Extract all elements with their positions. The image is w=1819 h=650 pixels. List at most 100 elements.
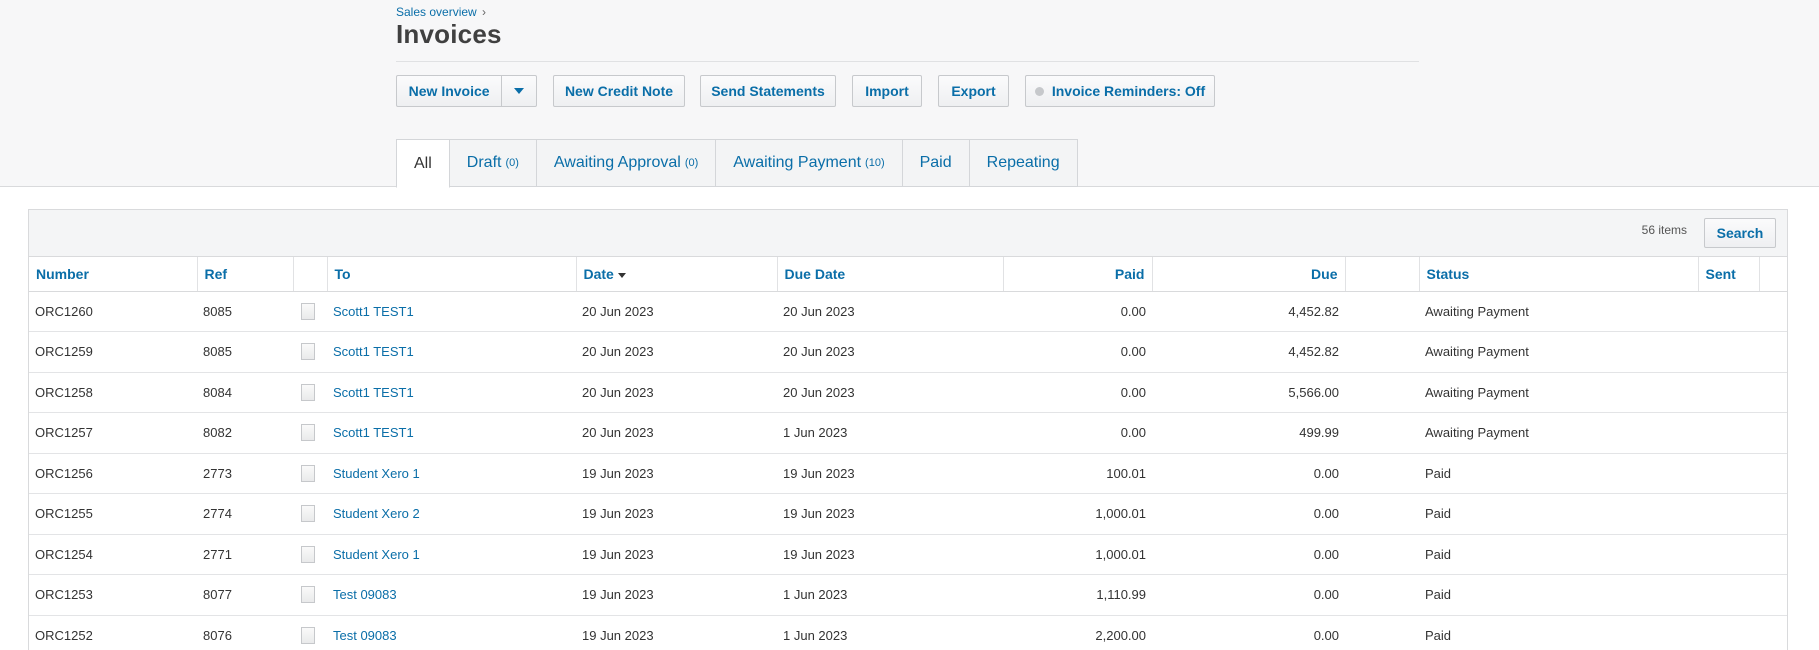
import-button[interactable]: Import xyxy=(852,75,922,107)
tab-awaiting-approval[interactable]: Awaiting Approval (0) xyxy=(536,139,717,187)
breadcrumb-link-sales-overview[interactable]: Sales overview xyxy=(396,5,477,19)
document-icon xyxy=(301,383,315,401)
cell-ref: 8082 xyxy=(197,412,293,454)
cell-blank xyxy=(1345,372,1419,413)
column-header-status[interactable]: Status xyxy=(1419,257,1699,292)
cell-due: 5,566.00 xyxy=(1152,372,1345,413)
cell-status: Awaiting Payment xyxy=(1419,412,1698,454)
tab-label: Draft xyxy=(466,154,502,171)
cell-due-date: 19 Jun 2023 xyxy=(777,453,1003,494)
contact-link[interactable]: Scott1 TEST1 xyxy=(333,385,414,400)
cell-paid: 2,200.00 xyxy=(1003,615,1152,650)
cell-sent xyxy=(1698,453,1759,494)
cell-to: Scott1 TEST1 xyxy=(327,412,576,454)
table-row[interactable]: ORC1257 8082 Scott1 TEST1 20 Jun 2023 1 … xyxy=(29,412,1787,454)
table-row[interactable]: ORC1259 8085 Scott1 TEST1 20 Jun 2023 20… xyxy=(29,331,1787,373)
tab-repeating[interactable]: Repeating xyxy=(969,139,1078,187)
cell-ref: 8076 xyxy=(197,615,293,650)
table-row[interactable]: ORC1256 2773 Student Xero 1 19 Jun 2023 … xyxy=(29,453,1787,494)
new-invoice-button[interactable]: New Invoice xyxy=(397,76,503,106)
column-header-ref[interactable]: Ref xyxy=(197,257,294,292)
cell-end xyxy=(1759,534,1787,575)
new-invoice-dropdown-button[interactable] xyxy=(502,76,536,106)
title-divider xyxy=(396,61,1419,62)
sort-descending-icon xyxy=(617,272,626,278)
export-button[interactable]: Export xyxy=(938,75,1009,107)
contact-link[interactable]: Test 09083 xyxy=(333,628,397,643)
new-credit-note-button[interactable]: New Credit Note xyxy=(553,75,685,107)
table-row[interactable]: ORC1258 8084 Scott1 TEST1 20 Jun 2023 20… xyxy=(29,372,1787,413)
column-header-paid[interactable]: Paid xyxy=(1003,257,1153,292)
column-header-attachment xyxy=(293,257,328,292)
table-row[interactable]: ORC1255 2774 Student Xero 2 19 Jun 2023 … xyxy=(29,493,1787,535)
table-row[interactable]: ORC1260 8085 Scott1 TEST1 20 Jun 2023 20… xyxy=(29,291,1787,332)
search-button[interactable]: Search xyxy=(1704,218,1776,248)
cell-attachment xyxy=(293,534,327,575)
table-row[interactable]: ORC1252 8076 Test 09083 19 Jun 2023 1 Ju… xyxy=(29,615,1787,650)
column-header-sent[interactable]: Sent xyxy=(1698,257,1760,292)
cell-blank xyxy=(1345,574,1419,616)
send-statements-button[interactable]: Send Statements xyxy=(700,75,836,107)
column-header-due-date[interactable]: Due Date xyxy=(777,257,1004,292)
cell-due: 4,452.82 xyxy=(1152,331,1345,373)
cell-ref: 2773 xyxy=(197,453,293,494)
cell-paid: 1,000.01 xyxy=(1003,534,1152,575)
column-header-number[interactable]: Number xyxy=(29,257,198,292)
column-header-due[interactable]: Due xyxy=(1152,257,1346,292)
contact-link[interactable]: Student Xero 1 xyxy=(333,466,420,481)
cell-number: ORC1258 xyxy=(29,372,197,413)
cell-attachment xyxy=(293,615,327,650)
cell-date: 19 Jun 2023 xyxy=(576,574,777,616)
column-header-date-label: Date xyxy=(583,265,614,282)
cell-paid: 100.01 xyxy=(1003,453,1152,494)
document-icon xyxy=(301,626,315,644)
contact-link[interactable]: Student Xero 2 xyxy=(333,506,420,521)
tab-awaiting-payment[interactable]: Awaiting Payment (10) xyxy=(716,139,903,187)
column-header-blank xyxy=(1345,257,1420,292)
contact-link[interactable]: Scott1 TEST1 xyxy=(333,344,414,359)
cell-due: 0.00 xyxy=(1152,615,1345,650)
cell-ref: 2774 xyxy=(197,493,293,535)
cell-due-date: 1 Jun 2023 xyxy=(777,412,1003,454)
cell-to: Test 09083 xyxy=(327,574,576,616)
table-row[interactable]: ORC1253 8077 Test 09083 19 Jun 2023 1 Ju… xyxy=(29,574,1787,616)
cell-paid: 0.00 xyxy=(1003,412,1152,454)
table-row[interactable]: ORC1254 2771 Student Xero 1 19 Jun 2023 … xyxy=(29,534,1787,575)
cell-attachment xyxy=(293,493,327,535)
cell-attachment xyxy=(293,412,327,454)
cell-date: 20 Jun 2023 xyxy=(576,291,777,332)
cell-sent xyxy=(1698,372,1759,413)
contact-link[interactable]: Scott1 TEST1 xyxy=(333,425,414,440)
column-header-date[interactable]: Date xyxy=(576,257,778,292)
cell-ref: 8077 xyxy=(197,574,293,616)
cell-date: 20 Jun 2023 xyxy=(576,331,777,373)
cell-number: ORC1254 xyxy=(29,534,197,575)
cell-paid: 1,110.99 xyxy=(1003,574,1152,616)
cell-end xyxy=(1759,493,1787,535)
cell-date: 20 Jun 2023 xyxy=(576,372,777,413)
cell-sent xyxy=(1698,291,1759,332)
tab-paid[interactable]: Paid xyxy=(902,139,970,187)
contact-link[interactable]: Scott1 TEST1 xyxy=(333,304,414,319)
cell-end xyxy=(1759,291,1787,332)
cell-end xyxy=(1759,574,1787,616)
contact-link[interactable]: Student Xero 1 xyxy=(333,547,420,562)
cell-to: Test 09083 xyxy=(327,615,576,650)
invoice-reminders-button[interactable]: Invoice Reminders: Off xyxy=(1025,75,1215,107)
tab-all[interactable]: All xyxy=(396,139,450,188)
cell-sent xyxy=(1698,331,1759,373)
column-header-to[interactable]: To xyxy=(327,257,577,292)
contact-link[interactable]: Test 09083 xyxy=(333,587,397,602)
document-icon xyxy=(301,343,315,361)
breadcrumb-separator: › xyxy=(482,5,487,19)
tab-draft[interactable]: Draft (0) xyxy=(449,139,537,187)
list-toolbar: 56 items Search xyxy=(29,210,1787,257)
cell-status: Paid xyxy=(1419,493,1698,535)
cell-paid: 1,000.01 xyxy=(1003,493,1152,535)
cell-paid: 0.00 xyxy=(1003,331,1152,373)
cell-due: 0.00 xyxy=(1152,574,1345,616)
cell-end xyxy=(1759,412,1787,454)
cell-due: 0.00 xyxy=(1152,453,1345,494)
cell-due-date: 19 Jun 2023 xyxy=(777,534,1003,575)
cell-date: 19 Jun 2023 xyxy=(576,534,777,575)
